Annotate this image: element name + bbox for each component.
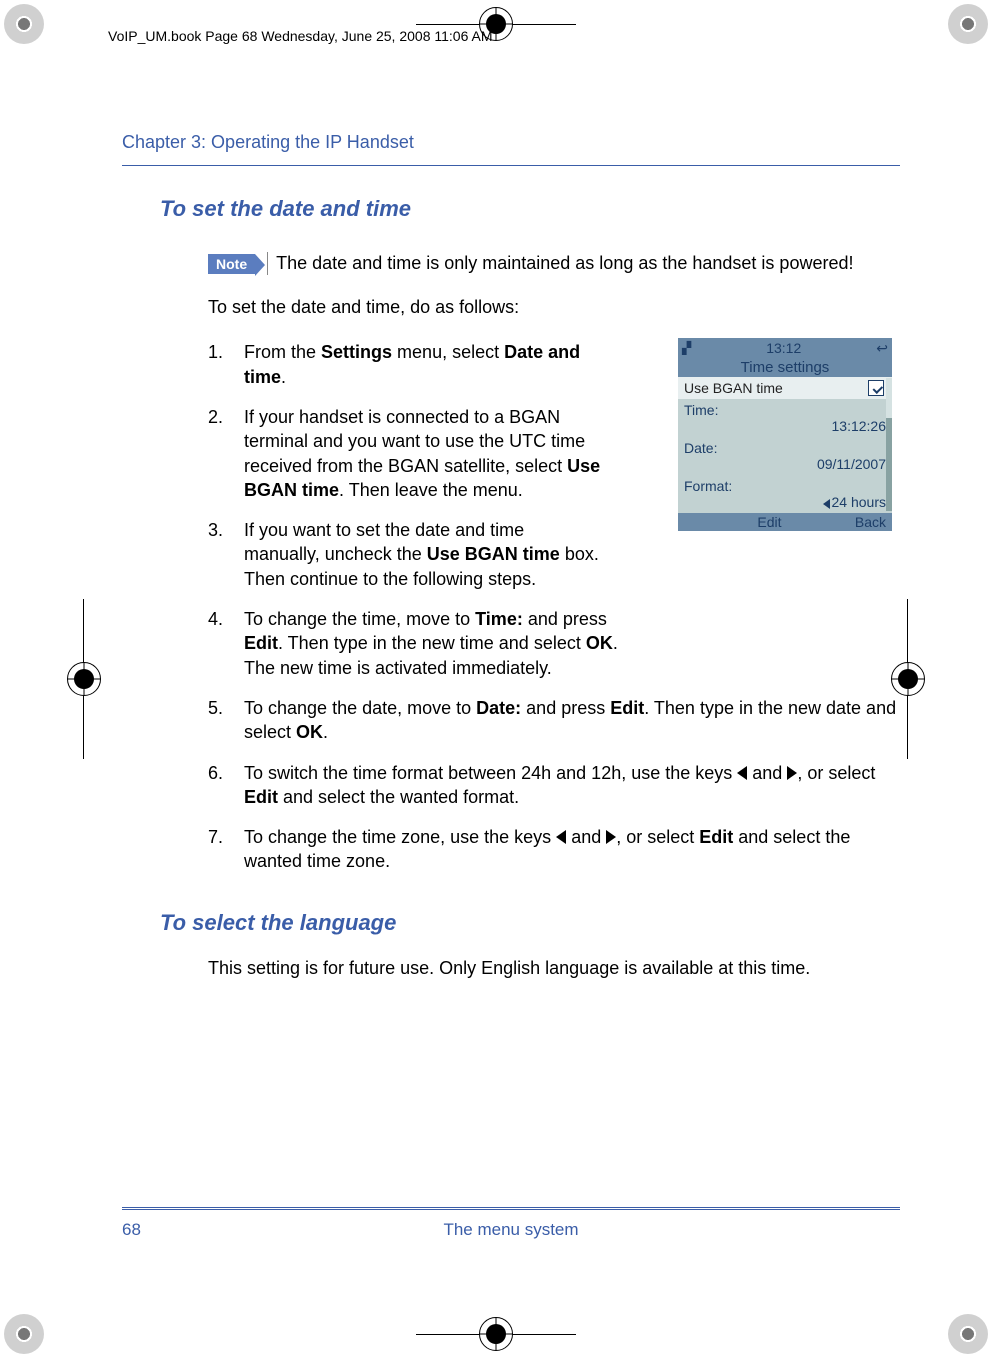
step-body: To change the time zone, use the keys an… bbox=[244, 825, 900, 874]
softkey-middle: Edit bbox=[757, 514, 781, 530]
step-number: 4. bbox=[208, 607, 244, 680]
chevron-left-icon bbox=[823, 499, 830, 509]
phone-row-label: Format: bbox=[684, 478, 886, 494]
phone-row-date: Date: 09/11/2007 bbox=[678, 437, 892, 475]
footer-section: The menu system bbox=[122, 1220, 900, 1240]
step-body: To change the date, move to Date: and pr… bbox=[244, 696, 900, 745]
step-number: 2. bbox=[208, 405, 244, 502]
phone-row-label: Use BGAN time bbox=[684, 380, 783, 396]
chapter-heading: Chapter 3: Operating the IP Handset bbox=[122, 132, 900, 166]
chapter-text: Chapter 3: Operating the IP Handset bbox=[122, 132, 414, 152]
crop-mark bbox=[948, 1314, 988, 1354]
phone-row-use-bgan: Use BGAN time bbox=[678, 377, 892, 399]
language-body: This setting is for future use. Only Eng… bbox=[160, 958, 900, 979]
divider bbox=[122, 1207, 900, 1210]
checkbox-icon bbox=[868, 380, 884, 396]
arrow-right-icon bbox=[606, 830, 616, 844]
phone-clock: 13:12 bbox=[766, 340, 801, 356]
step-number: 5. bbox=[208, 696, 244, 745]
phone-row-value: 24 hours bbox=[832, 494, 886, 510]
step-number: 6. bbox=[208, 761, 244, 810]
phone-row-label: Time: bbox=[684, 402, 886, 418]
section-heading-date-time: To set the date and time bbox=[160, 196, 900, 222]
section-heading-language: To select the language bbox=[160, 910, 900, 936]
step-body: From the Settings menu, select Date and … bbox=[244, 340, 604, 389]
note-text: The date and time is only maintained as … bbox=[267, 252, 853, 275]
intro-text: To set the date and time, do as follows: bbox=[160, 297, 900, 318]
phone-status-bar: ▞ 13:12 ↩ bbox=[678, 338, 892, 358]
return-icon: ↩ bbox=[876, 340, 888, 357]
phone-row-label: Date: bbox=[684, 440, 886, 456]
crop-mark bbox=[4, 1314, 44, 1354]
phone-scrollbar bbox=[886, 378, 892, 511]
crop-mark bbox=[948, 4, 988, 44]
page-footer: 68 The menu system bbox=[122, 1207, 900, 1240]
phone-row-value: 13:12:26 bbox=[684, 418, 886, 434]
phone-row-value: 09/11/2007 bbox=[684, 456, 886, 472]
note-block: Note The date and time is only maintaine… bbox=[160, 252, 900, 275]
phone-row-time: Time: 13:12:26 bbox=[678, 399, 892, 437]
arrow-left-icon bbox=[556, 830, 566, 844]
doc-meta-line: VoIP_UM.book Page 68 Wednesday, June 25,… bbox=[108, 28, 493, 44]
divider bbox=[122, 165, 900, 166]
step-6: 6. To switch the time format between 24h… bbox=[208, 761, 900, 810]
arrow-right-icon bbox=[787, 766, 797, 780]
step-body: If you want to set the date and time man… bbox=[244, 518, 604, 591]
page-number: 68 bbox=[122, 1220, 141, 1240]
step-number: 3. bbox=[208, 518, 244, 591]
step-7: 7. To change the time zone, use the keys… bbox=[208, 825, 900, 874]
step-body: To switch the time format between 24h an… bbox=[244, 761, 900, 810]
note-tag: Note bbox=[208, 254, 255, 274]
handset-screenshot: ▞ 13:12 ↩ Time settings Use BGAN time Ti… bbox=[678, 338, 892, 531]
phone-softkey-bar: Edit Back bbox=[678, 513, 892, 531]
step-4: 4. To change the time, move to Time: and… bbox=[208, 607, 900, 680]
step-body: If your handset is connected to a BGAN t… bbox=[244, 405, 604, 502]
registration-mark bbox=[64, 599, 104, 759]
arrow-left-icon bbox=[737, 766, 747, 780]
step-number: 1. bbox=[208, 340, 244, 389]
phone-screen-title: Time settings bbox=[678, 358, 892, 377]
phone-row-format: Format: 24 hours bbox=[678, 475, 892, 513]
step-5: 5. To change the date, move to Date: and… bbox=[208, 696, 900, 745]
signal-icon: ▞ bbox=[682, 341, 691, 355]
step-body: To change the time, move to Time: and pr… bbox=[244, 607, 624, 680]
softkey-right: Back bbox=[855, 514, 886, 530]
registration-mark bbox=[416, 1314, 576, 1354]
crop-mark bbox=[4, 4, 44, 44]
step-number: 7. bbox=[208, 825, 244, 874]
